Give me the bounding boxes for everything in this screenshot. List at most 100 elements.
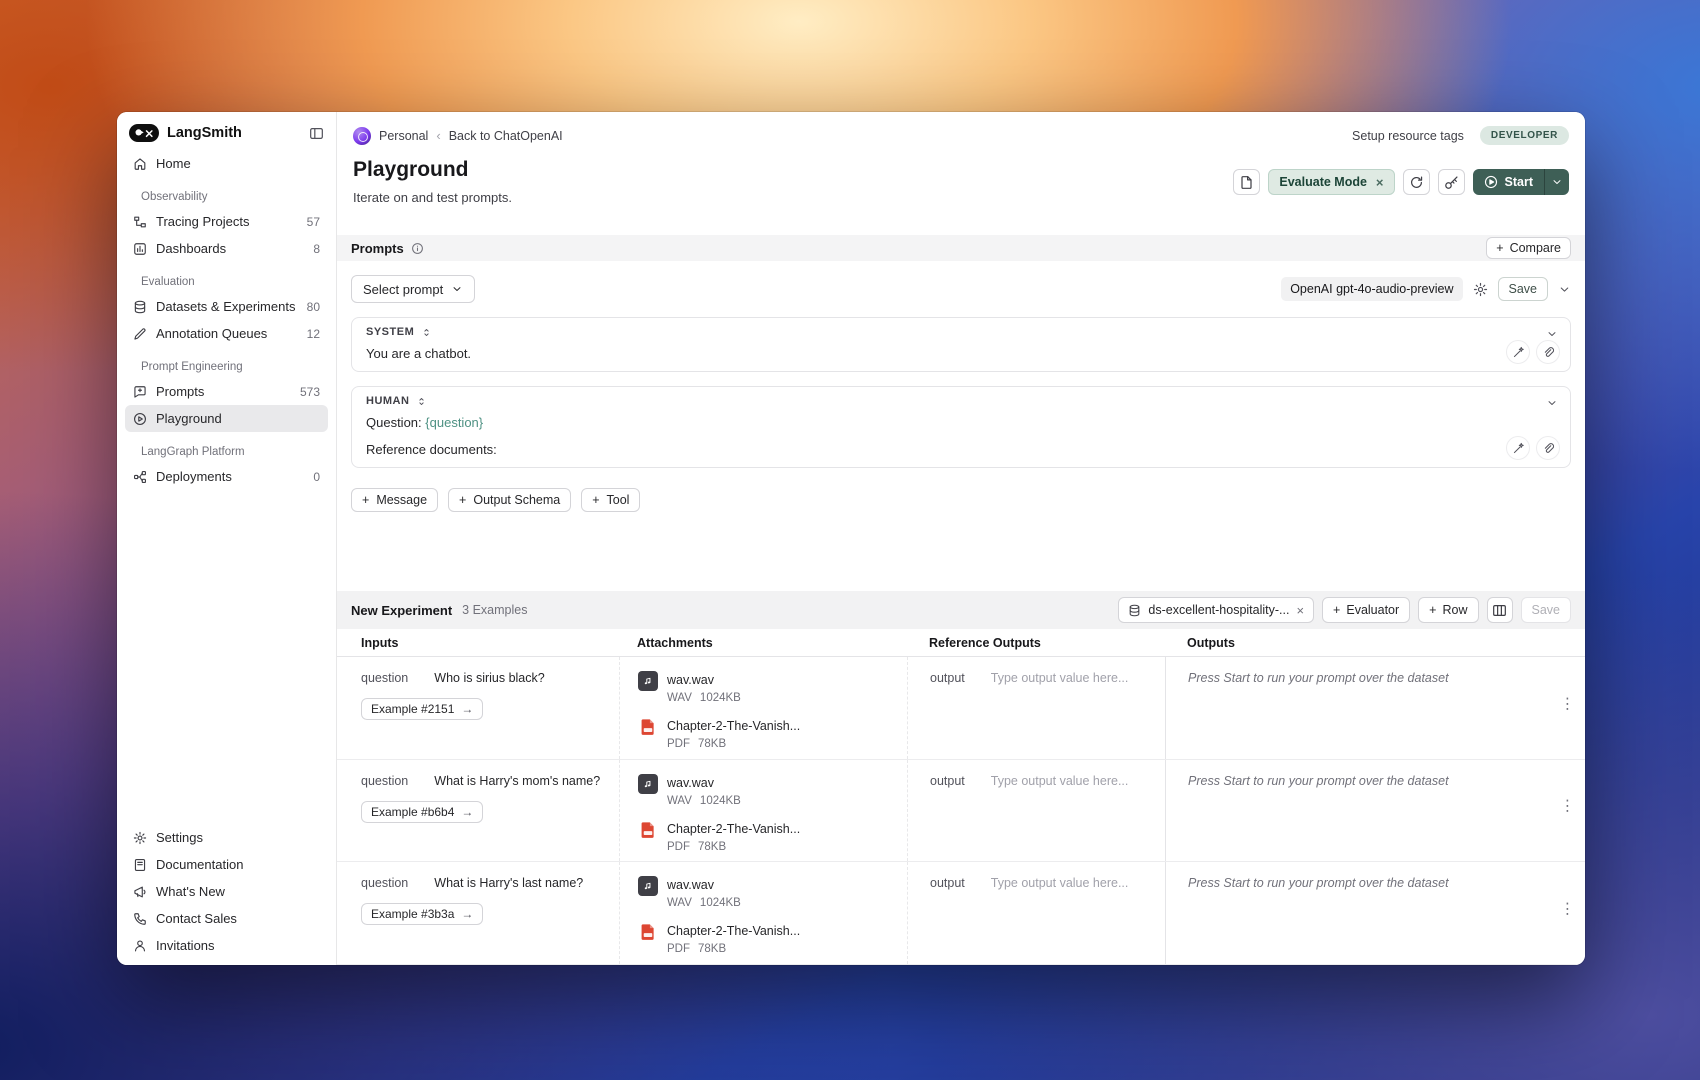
model-settings-gear-icon[interactable] — [1473, 282, 1488, 297]
sidebar-item-contact-sales[interactable]: Contact Sales — [125, 905, 328, 932]
start-button-main[interactable]: Start — [1473, 169, 1544, 195]
prompt-canvas-button[interactable] — [1233, 169, 1261, 195]
input-value[interactable]: What is Harry's last name? — [434, 876, 583, 890]
start-dropdown-button[interactable] — [1544, 169, 1569, 195]
role-updown-icon[interactable] — [421, 327, 432, 338]
chevron-down-icon — [453, 287, 461, 291]
attachment-item[interactable]: Chapter-2-The-Vanish... PDF 78KB — [638, 717, 893, 750]
example-link-button[interactable]: Example #3b3a → — [361, 903, 484, 926]
sidebar-item-tracing-projects[interactable]: Tracing Projects 57 — [125, 208, 328, 235]
sidebar-item-label: Deployments — [156, 469, 232, 484]
role-updown-icon[interactable] — [416, 396, 427, 407]
close-icon[interactable]: × — [1296, 604, 1304, 617]
row-menu-kebab-icon[interactable]: ⋮ — [1560, 799, 1575, 814]
topbar-right: Setup resource tags DEVELOPER — [1352, 126, 1569, 145]
sidebar-item-datasets-experiments[interactable]: Datasets & Experiments 80 — [125, 293, 328, 320]
row-menu-kebab-icon[interactable]: ⋮ — [1560, 902, 1575, 917]
row-menu-kebab-icon[interactable]: ⋮ — [1560, 696, 1575, 711]
file-name: Chapter-2-The-Vanish... — [667, 719, 801, 733]
add-evaluator-button[interactable]: + Evaluator — [1322, 597, 1411, 623]
question-prefix: Question: — [366, 415, 422, 430]
sidebar-item-annotation-queues[interactable]: Annotation Queues 12 — [125, 320, 328, 347]
model-chip[interactable]: OpenAI gpt-4o-audio-preview — [1281, 277, 1463, 301]
api-key-button[interactable] — [1437, 169, 1465, 195]
langsmith-window: LangSmith Home Observability Tracing Pro… — [117, 112, 1585, 965]
select-prompt-button[interactable]: Select prompt — [351, 275, 476, 303]
evaluate-mode-chip[interactable]: Evaluate Mode × — [1268, 169, 1395, 195]
sidebar-item-deployments[interactable]: Deployments 0 — [125, 463, 328, 490]
system-role-label: SYSTEM — [366, 326, 415, 338]
annotation-queues-icon — [134, 327, 146, 340]
sidebar-item-playground[interactable]: Playground — [125, 405, 328, 432]
reset-playground-button[interactable] — [1402, 169, 1430, 195]
file-meta: WAV 1024KB — [667, 795, 741, 807]
add-output-schema-button[interactable]: + Output Schema — [448, 488, 572, 512]
file-size: 78KB — [698, 943, 727, 956]
wand-icon-button[interactable] — [1506, 340, 1530, 364]
breadcrumb-workspace[interactable]: Personal — [379, 129, 428, 143]
attach-file-button[interactable] — [1536, 340, 1560, 364]
file-type: PDF — [667, 840, 690, 853]
system-message-text[interactable]: You are a chatbot. — [366, 346, 1556, 361]
attachment-item[interactable]: Chapter-2-The-Vanish... PDF 78KB — [638, 820, 893, 853]
column-header-outputs: Outputs — [1187, 636, 1235, 650]
contact-sales-icon — [134, 912, 146, 925]
langsmith-logo-icon[interactable] — [129, 124, 159, 142]
workspace-avatar[interactable] — [353, 126, 371, 145]
manage-columns-button[interactable] — [1486, 597, 1513, 623]
attachment-item[interactable]: Chapter-2-The-Vanish... PDF 78KB — [638, 922, 893, 955]
attachment-item[interactable]: wav.wav WAV 1024KB — [638, 671, 893, 704]
audio-file-icon — [638, 876, 658, 897]
attachment-text: wav.wav WAV 1024KB — [667, 774, 741, 807]
count-badge: 12 — [306, 326, 320, 341]
reference-documents-line[interactable]: Reference documents: — [366, 442, 1556, 457]
input-value[interactable]: Who is sirius black? — [434, 671, 544, 685]
file-type: PDF — [667, 738, 690, 750]
info-icon[interactable] — [411, 242, 424, 255]
add-row-button[interactable]: + Row — [1418, 597, 1479, 623]
add-tool-button[interactable]: + Tool — [581, 488, 641, 512]
human-message-text[interactable]: Question: {question} — [366, 415, 1556, 430]
output-value-input[interactable]: Type output value here... — [991, 774, 1129, 788]
sidebar-item-prompts[interactable]: Prompts 573 — [125, 378, 328, 405]
compare-button[interactable]: + Compare — [1486, 237, 1571, 259]
sidebar-item-settings[interactable]: Settings — [125, 824, 328, 851]
attach-file-button[interactable] — [1536, 436, 1560, 460]
add-message-button[interactable]: + Message — [351, 488, 439, 512]
sidebar-item-home[interactable]: Home — [125, 150, 328, 177]
file-name: wav.wav — [667, 673, 715, 687]
sidebar-item-invitations[interactable]: Invitations — [125, 932, 328, 959]
file-size: 1024KB — [699, 897, 741, 910]
attachment-item[interactable]: wav.wav WAV 1024KB — [638, 876, 893, 909]
sidebar-collapse-button[interactable] — [309, 126, 324, 141]
sidebar-item-whats-new[interactable]: What's New — [125, 878, 328, 905]
sidebar-item-dashboards[interactable]: Dashboards 8 — [125, 235, 328, 262]
setup-resource-tags-link[interactable]: Setup resource tags — [1352, 129, 1464, 143]
back-to-chatopenai-link[interactable]: Back to ChatOpenAI — [449, 129, 563, 143]
file-meta: PDF 78KB — [667, 841, 800, 853]
column-header-reference-outputs: Reference Outputs — [929, 636, 1041, 650]
count-badge: 0 — [313, 469, 320, 484]
save-experiment-button[interactable]: Save — [1520, 597, 1571, 623]
close-icon[interactable]: × — [1376, 176, 1384, 189]
chevron-down-icon[interactable] — [1558, 283, 1571, 296]
example-link-button[interactable]: Example #2151 → — [361, 698, 484, 720]
outputs-empty-text: Press Start to run your prompt over the … — [1188, 671, 1449, 685]
start-button[interactable]: Start — [1472, 169, 1569, 195]
attachments-cell: wav.wav WAV 1024KB Chapter-2-The-Vanish...… — [619, 759, 907, 862]
prompts-body: Select prompt OpenAI gpt-4o-audio-previe… — [337, 261, 1585, 591]
sidebar-item-documentation[interactable]: Documentation — [125, 851, 328, 878]
reference-outputs-cell: output Type output value here... — [907, 759, 1165, 862]
wand-icon-button[interactable] — [1506, 436, 1530, 460]
save-prompt-button[interactable]: Save — [1497, 277, 1548, 301]
inputs-cell: question What is Harry's mom's name? Exam… — [337, 760, 619, 862]
example-link-button[interactable]: Example #b6b4 → — [361, 800, 484, 823]
output-value-input[interactable]: Type output value here... — [991, 671, 1129, 685]
input-value[interactable]: What is Harry's mom's name? — [434, 774, 600, 788]
dataset-chip[interactable]: ds-excellent-hospitality-... × — [1118, 597, 1315, 623]
output-value-input[interactable]: Type output value here... — [991, 876, 1129, 890]
file-type: WAV — [667, 794, 692, 807]
collapse-message-button[interactable] — [1546, 396, 1558, 414]
section-label-prompt-engineering: Prompt Engineering — [141, 361, 243, 373]
attachment-item[interactable]: wav.wav WAV 1024KB — [638, 773, 893, 807]
